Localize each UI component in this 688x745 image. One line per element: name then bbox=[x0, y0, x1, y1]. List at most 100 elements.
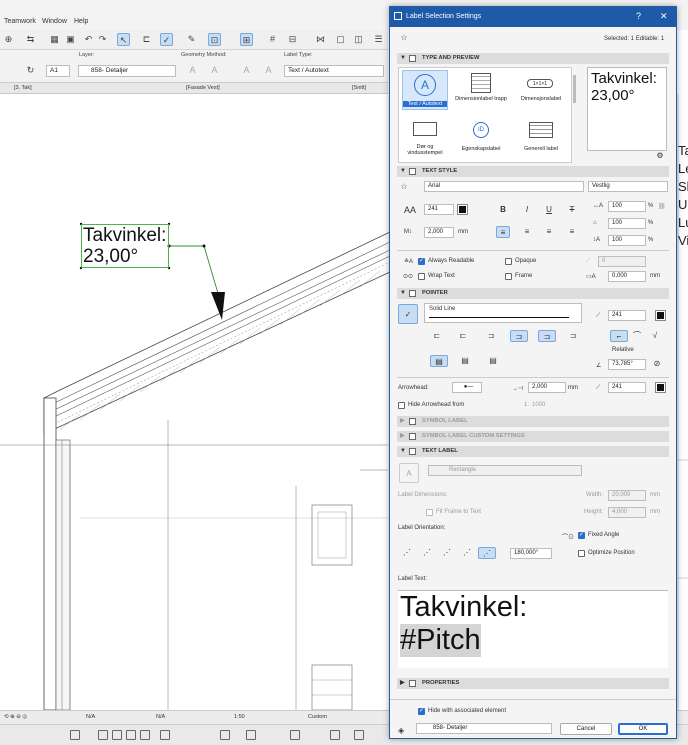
link-icon[interactable]: ⋈ bbox=[314, 33, 327, 46]
custom-value[interactable]: Custom bbox=[308, 714, 327, 720]
pencil-icon[interactable]: ✎ bbox=[185, 33, 198, 46]
section-symbol-label[interactable]: ▶ SYMBOL LABEL bbox=[397, 416, 669, 427]
orient-horizontal-icon[interactable]: ⋰ bbox=[400, 547, 414, 559]
bottom-icon-6[interactable] bbox=[160, 730, 170, 740]
section-type-preview[interactable]: ▼ TYPE AND PREVIEW bbox=[397, 53, 669, 64]
menu-teamwork[interactable]: Teamwork bbox=[4, 18, 36, 25]
pointer-attach-2[interactable]: ⊏ bbox=[456, 330, 470, 342]
script-select[interactable]: Vestlig bbox=[588, 181, 668, 192]
pointer-shape-segmented[interactable]: ⌐ bbox=[610, 330, 628, 342]
hide-associated-checkbox[interactable] bbox=[418, 707, 425, 715]
section-text-label[interactable]: ▼ TEXT LABEL bbox=[397, 446, 669, 457]
transform-icon[interactable]: ⊡ bbox=[208, 33, 221, 46]
height-field[interactable]: 4,000 bbox=[608, 507, 646, 518]
arrowhead-select[interactable]: ●— bbox=[452, 382, 482, 393]
bottom-icon-9[interactable] bbox=[290, 730, 300, 740]
orient-custom-icon[interactable]: ⋰ bbox=[478, 547, 496, 559]
text-label-shape-icon[interactable]: A bbox=[399, 463, 419, 483]
tab-snitt[interactable]: [Snitt] bbox=[352, 85, 366, 91]
preview-settings-icon[interactable]: ⚙ bbox=[653, 150, 667, 162]
frame-offset-field[interactable]: 0,000 bbox=[608, 271, 646, 282]
scale-value[interactable]: 1:50 bbox=[234, 714, 245, 720]
pointer-pen-field[interactable]: 241 bbox=[608, 310, 646, 321]
align-right-button[interactable]: ≡ bbox=[542, 226, 556, 238]
drawing-label[interactable]: Takvinkel: 23,00° bbox=[81, 224, 169, 268]
menu-window[interactable]: Window bbox=[42, 18, 67, 25]
align-left-button[interactable]: ≡ bbox=[496, 226, 510, 238]
type-item-text-autotext[interactable]: A Text / Autotext bbox=[402, 70, 448, 110]
nav-icon[interactable]: ⟲ ⊕ ⊖ ◎ bbox=[4, 714, 27, 720]
strikethrough-button[interactable]: T bbox=[565, 204, 579, 216]
group-icon[interactable]: ◫ bbox=[352, 33, 365, 46]
check-icon[interactable]: ✓ bbox=[160, 33, 173, 46]
font-select[interactable]: Arial bbox=[424, 181, 584, 192]
width-field[interactable]: 20,000 bbox=[608, 490, 646, 501]
label-text-editor[interactable]: Takvinkel: #Pitch bbox=[398, 590, 668, 668]
pointer-attach-4[interactable]: ⊐ bbox=[510, 330, 528, 342]
text-pen-color[interactable] bbox=[457, 204, 468, 215]
ok-button[interactable]: OK bbox=[618, 723, 668, 735]
footer-layer-select[interactable]: 858- Detaljer bbox=[416, 723, 552, 734]
pointer-toggle-icon[interactable]: ✓ bbox=[398, 304, 418, 324]
bottom-icon-1[interactable] bbox=[70, 730, 80, 740]
tab-tak[interactable]: [3. Tak] bbox=[14, 85, 32, 91]
orientation-angle-field[interactable]: 180,000° bbox=[510, 548, 552, 559]
layers-icon[interactable]: ☰ bbox=[372, 33, 385, 46]
pointer-pen-color[interactable] bbox=[655, 310, 666, 321]
type-item-general-label[interactable]: Generell label bbox=[513, 120, 569, 162]
section-text-style[interactable]: ▼ TEXT STYLE bbox=[397, 166, 669, 177]
frame-checkbox[interactable] bbox=[505, 273, 512, 280]
type-item-property-label[interactable]: ID Egenskapslabel bbox=[453, 120, 509, 162]
pointer-attach-6[interactable]: ⊐ bbox=[566, 330, 580, 342]
fixed-angle-checkbox[interactable] bbox=[578, 531, 585, 539]
geometry-a-icon[interactable]: A bbox=[186, 64, 199, 77]
orient-angle-icon[interactable]: ⋰ bbox=[460, 547, 474, 559]
bottom-icon-8[interactable] bbox=[246, 730, 256, 740]
anchor-field[interactable]: A1 bbox=[46, 65, 70, 77]
rotate-icon[interactable]: ↻ bbox=[24, 64, 37, 77]
bottom-icon-3[interactable] bbox=[112, 730, 122, 740]
teamwork-icon[interactable]: ⇆ bbox=[24, 33, 37, 46]
lock-icon[interactable]: ▢ bbox=[334, 33, 347, 46]
hide-arrowhead-checkbox[interactable] bbox=[398, 402, 405, 409]
arrow-pen-field[interactable]: 241 bbox=[608, 382, 646, 393]
type-list-scrollbar[interactable] bbox=[573, 75, 576, 103]
line-spacing-field[interactable]: 100 bbox=[608, 235, 646, 246]
bottom-icon-11[interactable] bbox=[354, 730, 364, 740]
align-center-button[interactable]: ≡ bbox=[520, 226, 534, 238]
fit-frame-checkbox[interactable] bbox=[426, 509, 433, 516]
orient-vertical-icon[interactable]: ⋰ bbox=[420, 547, 434, 559]
underline-button[interactable]: U bbox=[542, 204, 556, 216]
text-height-field[interactable]: 2,000 bbox=[424, 227, 454, 238]
arrow-tool-icon[interactable]: ⊕ bbox=[2, 33, 15, 46]
section-symbol-custom[interactable]: ▶ SYMBOL LABEL CUSTOM SETTINGS bbox=[397, 431, 669, 442]
pointer-attach-5[interactable]: ⊐ bbox=[538, 330, 556, 342]
pointer-shape-curved[interactable]: ⌒ bbox=[630, 330, 644, 342]
arrow-size-field[interactable]: 2,000 bbox=[528, 382, 566, 393]
text-pen-field[interactable]: 241 bbox=[424, 204, 454, 215]
type-item-dimension-stair[interactable]: Dimensionlabel trapp bbox=[453, 70, 509, 110]
italic-button[interactable]: I bbox=[520, 204, 534, 216]
bottom-icon-5[interactable] bbox=[140, 730, 150, 740]
guide-icon[interactable]: ⊟ bbox=[286, 33, 299, 46]
bottom-icon-2[interactable] bbox=[98, 730, 108, 740]
cancel-button[interactable]: Cancel bbox=[560, 723, 612, 735]
pointer-anchor-1[interactable]: ▤ bbox=[430, 355, 448, 367]
hide-scale-value[interactable]: 1000 bbox=[532, 402, 545, 408]
type-item-door-window-stamp[interactable]: Dør og vindusstempel bbox=[402, 120, 448, 162]
ruler-icon[interactable]: ⊏ bbox=[140, 33, 153, 46]
pointer-anchor-3[interactable]: ▤ bbox=[486, 355, 500, 367]
help-button[interactable]: ? bbox=[636, 11, 641, 21]
bottom-icon-7[interactable] bbox=[220, 730, 230, 740]
pointer-attach-1[interactable]: ⊏ bbox=[430, 330, 444, 342]
tab-fasade-vest[interactable]: [Fasade Vest] bbox=[186, 85, 220, 91]
image-icon[interactable]: ▣ bbox=[64, 33, 77, 46]
geometry-d-icon[interactable]: A bbox=[262, 64, 275, 77]
geometry-b-icon[interactable]: A bbox=[208, 64, 221, 77]
pointer-attach-3[interactable]: ⊐ bbox=[484, 330, 498, 342]
snap-icon[interactable]: ⊞ bbox=[240, 33, 253, 46]
width-factor-field[interactable]: 100 bbox=[608, 201, 646, 212]
layer-field[interactable]: 858- Detaljer bbox=[78, 65, 176, 77]
opaque-checkbox[interactable] bbox=[505, 258, 512, 265]
section-pointer[interactable]: ▼ POINTER bbox=[397, 288, 669, 299]
